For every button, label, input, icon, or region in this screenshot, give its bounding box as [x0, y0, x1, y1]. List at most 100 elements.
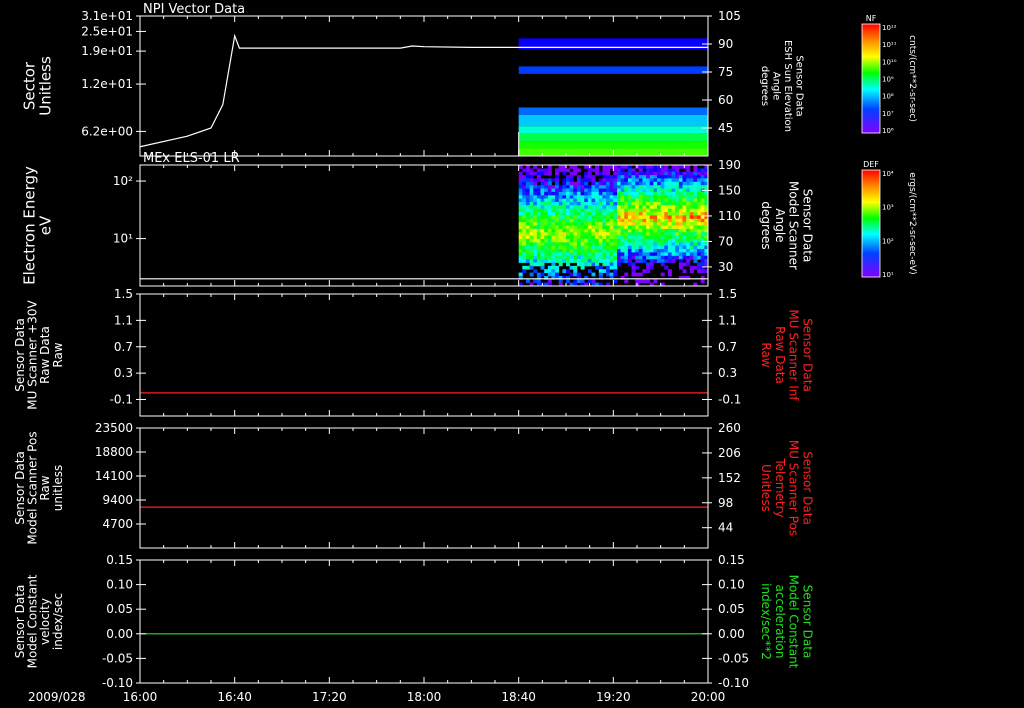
- spectrogram-cell: [631, 272, 636, 277]
- spectrogram-cell: [675, 235, 680, 240]
- y2-axis-label: Angle: [773, 208, 787, 242]
- spectrogram-cell: [613, 171, 618, 176]
- spectrogram-cell: [569, 208, 574, 213]
- spectrogram-cell: [602, 218, 607, 223]
- spectrogram-cell: [566, 212, 570, 216]
- spectrogram-cell: [547, 222, 552, 226]
- spectrogram-cell: [602, 269, 607, 273]
- spectrogram-cell: [591, 252, 596, 257]
- spectrogram-cell: [700, 175, 705, 179]
- spectrogram-cell: [678, 249, 683, 253]
- spectrogram-cell: [689, 228, 694, 233]
- spectrogram-cell: [646, 178, 651, 183]
- spectrogram-cell: [587, 191, 592, 196]
- spectrogram-cell: [536, 238, 541, 243]
- spectrogram-cell: [638, 198, 643, 203]
- spectrogram-cell: [547, 181, 552, 186]
- spectrogram-cell: [587, 242, 592, 247]
- spectrogram-cell: [576, 252, 581, 257]
- spectrogram-cell: [595, 202, 600, 206]
- spectrogram-cell: [595, 225, 600, 230]
- spectrogram-cell: [686, 202, 691, 206]
- spectrogram-cell: [540, 212, 545, 216]
- colorbar-tick: 10⁹: [882, 76, 894, 84]
- spectrogram-cell: [657, 259, 661, 263]
- spectrogram-cell: [620, 171, 625, 176]
- spectrogram-cell: [635, 191, 640, 196]
- spectrogram-cell: [693, 238, 698, 243]
- spectrogram-cell: [569, 218, 574, 223]
- spectrogram-cell: [558, 202, 563, 206]
- spectrogram-cell: [693, 232, 698, 236]
- spectrogram-cell: [587, 195, 592, 200]
- y-tick-label: 0.7: [114, 340, 133, 354]
- spectrogram-cell: [678, 185, 683, 189]
- spectrogram-cell: [544, 259, 549, 263]
- spectrogram-cell: [693, 202, 698, 206]
- spectrogram-cell: [573, 228, 578, 233]
- spectrogram-cell: [598, 249, 603, 253]
- spectrogram-cell: [540, 249, 545, 253]
- spectrogram-cell: [580, 191, 585, 196]
- spectrogram-cell: [544, 235, 549, 240]
- spectrogram-cell: [642, 245, 647, 250]
- x-tick-label: 18:40: [501, 690, 536, 704]
- spectrogram-cell: [555, 202, 560, 206]
- spectrogram-cell: [613, 222, 618, 226]
- spectrogram-cell: [686, 181, 691, 186]
- spectrogram-cell: [547, 195, 552, 200]
- spectrogram-cell: [606, 255, 611, 260]
- spectrogram-cell: [540, 215, 545, 220]
- spectrogram-cell: [617, 188, 621, 193]
- spectrogram-cell: [635, 238, 640, 243]
- spectrogram-cell: [646, 205, 651, 210]
- spectrogram-cell: [580, 195, 585, 200]
- spectrogram-cell: [631, 238, 636, 243]
- spectrogram-cell: [657, 215, 661, 220]
- spectrogram-cell: [536, 218, 541, 223]
- spectrogram-cell: [646, 171, 651, 176]
- spectrogram-cell: [525, 232, 530, 236]
- spectrogram-cell: [522, 218, 527, 223]
- spectrogram-cell: [562, 218, 567, 223]
- spectrogram-cell: [522, 235, 527, 240]
- spectrogram-cell: [591, 188, 596, 193]
- spectrogram-cell: [686, 165, 691, 169]
- spectrogram-cell: [624, 235, 629, 240]
- spectrogram-cell: [624, 218, 629, 223]
- spectrogram-cell: [697, 188, 702, 193]
- spectrogram-cell: [533, 178, 538, 183]
- spectrogram-cell: [529, 262, 534, 267]
- spectrogram-cell: [682, 198, 687, 203]
- spectrogram-cell: [649, 212, 654, 216]
- spectrogram-cell: [678, 188, 683, 193]
- spectrogram-cell: [620, 218, 625, 223]
- spectrogram-cell: [631, 181, 636, 186]
- spectrogram-cell: [606, 195, 611, 200]
- spectrogram-cell: [558, 215, 563, 220]
- spectrogram-cell: [682, 195, 687, 200]
- spectrogram-cell: [686, 222, 691, 226]
- spectrogram-cell: [566, 242, 570, 247]
- y-tick-label: -0.05: [102, 651, 133, 665]
- spectrogram-cell: [580, 205, 585, 210]
- spectrogram-cell: [671, 235, 676, 240]
- spectrogram-cell: [558, 218, 563, 223]
- spectrogram-cell: [525, 168, 530, 173]
- spectrogram-cell: [635, 188, 640, 193]
- spectrogram-cell: [657, 171, 661, 176]
- spectrogram-cell: [693, 235, 698, 240]
- spectrogram-cell: [533, 195, 538, 200]
- spectrogram-cell: [613, 191, 618, 196]
- spectrogram-cell: [569, 255, 574, 260]
- spectrogram-cell: [660, 205, 665, 210]
- spectrogram-cell: [547, 272, 552, 277]
- spectrogram-cell: [649, 191, 654, 196]
- y-tick-label: 152: [718, 471, 741, 485]
- spectrogram-cell: [642, 215, 647, 220]
- spectrogram-cell: [540, 181, 545, 186]
- spectrogram-cell: [562, 249, 567, 253]
- spectrogram-cell: [624, 245, 629, 250]
- spectrogram-cell: [660, 198, 665, 203]
- spectrogram-cell: [606, 181, 611, 186]
